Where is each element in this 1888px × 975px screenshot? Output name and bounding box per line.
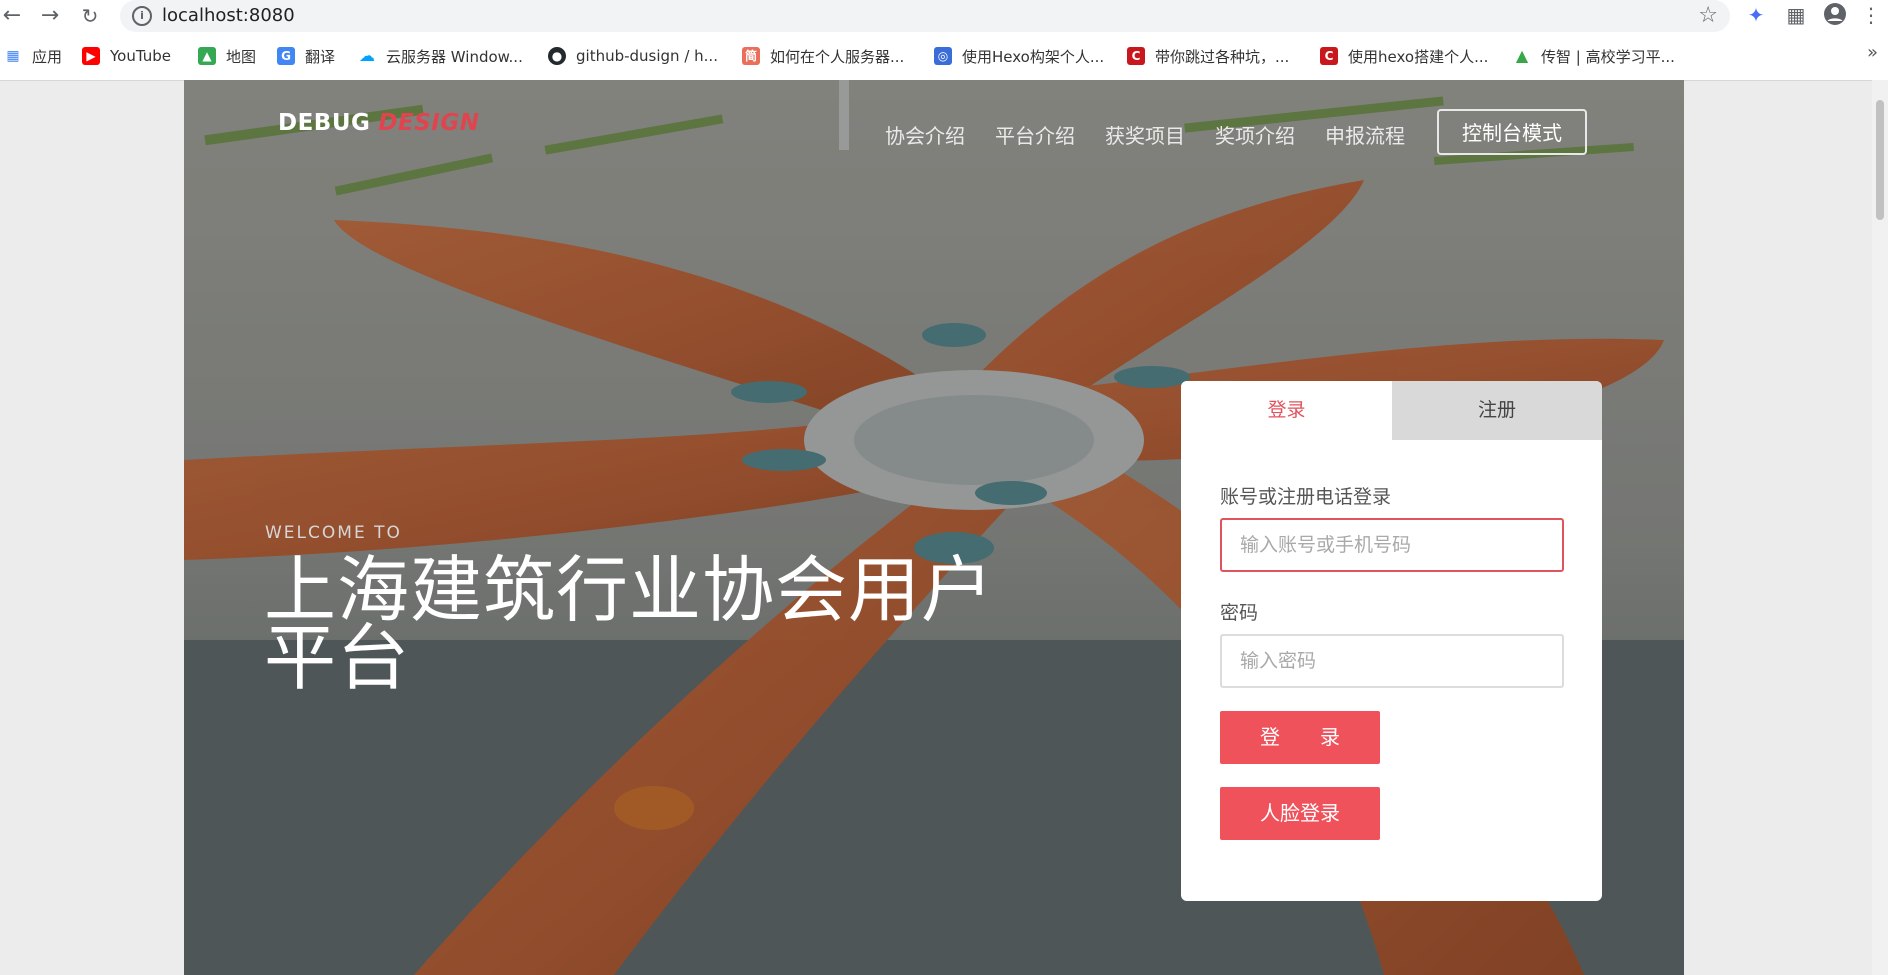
brand-text-design: DESIGN: [378, 110, 480, 136]
csdn-icon: C: [1320, 47, 1338, 65]
tab-login[interactable]: 登录: [1181, 381, 1392, 440]
bookmark-label: 云服务器 Window...: [386, 47, 523, 66]
browser-chrome: ← → ↻ i localhost:8080 ☆ ✦ ▦ ⋮ ▦ 应用 ▶ Yo…: [0, 0, 1888, 81]
site-icon: ◎: [934, 47, 952, 65]
bookmark-jianshu[interactable]: 简 如何在个人服务器...: [742, 42, 904, 70]
bookmark-star-icon[interactable]: ☆: [1698, 3, 1718, 28]
nav-awarded-projects[interactable]: 获奖项目: [1105, 120, 1185, 149]
back-arrow-icon[interactable]: ←: [0, 4, 24, 28]
more-bookmarks-icon[interactable]: »: [1867, 42, 1878, 63]
extension-bird-icon[interactable]: ✦: [1743, 2, 1769, 28]
scrollbar-thumb[interactable]: [1876, 100, 1884, 220]
bookmark-github[interactable]: ● github-dusign / h...: [548, 42, 718, 70]
password-input[interactable]: [1220, 634, 1564, 688]
bookmarks-bar: ▦ 应用 ▶ YouTube ▲ 地图 G 翻译 ☁ 云服务器 Window..…: [0, 42, 1888, 70]
puzzle-icon[interactable]: ▦: [1783, 2, 1809, 28]
bookmark-csdn-2[interactable]: C 使用hexo搭建个人...: [1320, 42, 1488, 70]
brand-logo[interactable]: DEBUG DESIGN: [278, 110, 479, 136]
bookmark-label: 带你跳过各种坑，...: [1155, 47, 1290, 66]
account-label: 账号或注册电话登录: [1220, 486, 1392, 508]
translate-icon: G: [277, 47, 295, 65]
bookmark-csdn-1[interactable]: C 带你跳过各种坑，...: [1127, 42, 1289, 70]
jianshu-icon: 简: [742, 47, 760, 65]
bookmark-cloud-server[interactable]: ☁ 云服务器 Window...: [358, 42, 523, 70]
bookmark-chuanzhi[interactable]: ▲ 传智 | 高校学习平...: [1513, 42, 1675, 70]
cloud-icon: ☁: [359, 46, 375, 65]
bookmark-hexo-1[interactable]: ◎ 使用Hexo构架个人...: [934, 42, 1104, 70]
maps-icon: ▲: [198, 47, 216, 65]
bookmark-label: 如何在个人服务器...: [770, 47, 905, 66]
profile-avatar-icon[interactable]: [1822, 2, 1848, 28]
bookmark-label: 翻译: [305, 47, 336, 66]
face-login-button[interactable]: 人脸登录: [1220, 787, 1380, 840]
bookmark-label: 使用hexo搭建个人...: [1348, 47, 1489, 66]
bookmark-maps[interactable]: ▲ 地图: [198, 42, 256, 70]
youtube-icon: ▶: [82, 47, 100, 65]
page-title: 上海建筑行业协会用户平台: [264, 548, 995, 700]
bookmark-label: 传智 | 高校学习平...: [1541, 47, 1675, 66]
page-scrollbar[interactable]: [1872, 80, 1888, 975]
hero-section: DEBUG DESIGN 协会介绍 平台介绍 获奖项目 奖项介绍 申报流程 控制台…: [184, 80, 1684, 975]
bookmark-label: YouTube: [110, 47, 171, 65]
bookmark-label: 地图: [226, 47, 257, 66]
nav-application-process[interactable]: 申报流程: [1325, 120, 1405, 149]
bookmark-label: 应用: [32, 47, 63, 66]
login-button[interactable]: 登 录: [1220, 711, 1380, 764]
github-icon: ●: [548, 47, 566, 65]
apps-grid-icon: ▦: [6, 48, 20, 64]
address-bar[interactable]: i localhost:8080 ☆: [120, 0, 1730, 32]
forward-arrow-icon[interactable]: →: [38, 4, 62, 28]
graduation-cap-icon: ▲: [1515, 46, 1529, 65]
console-mode-button[interactable]: 控制台模式: [1437, 109, 1587, 155]
site-info-icon[interactable]: i: [132, 6, 152, 26]
bookmark-translate[interactable]: G 翻译: [277, 42, 335, 70]
nav-platform-intro[interactable]: 平台介绍: [995, 120, 1075, 149]
bookmark-apps[interactable]: ▦ 应用: [4, 42, 62, 70]
nav-award-intro[interactable]: 奖项介绍: [1215, 120, 1295, 149]
welcome-text: WELCOME TO: [265, 523, 402, 543]
menu-dots-icon[interactable]: ⋮: [1858, 2, 1884, 28]
nav-association-intro[interactable]: 协会介绍: [885, 120, 965, 149]
main-nav: 协会介绍 平台介绍 获奖项目 奖项介绍 申报流程: [885, 120, 1435, 149]
reload-icon[interactable]: ↻: [78, 4, 102, 28]
account-input[interactable]: [1220, 518, 1564, 572]
tab-register[interactable]: 注册: [1392, 381, 1602, 440]
login-card: 登录 注册 账号或注册电话登录 密码 登 录 人脸登录: [1181, 381, 1602, 901]
brand-text-debug: DEBUG: [278, 110, 371, 136]
csdn-icon: C: [1127, 47, 1145, 65]
bookmark-label: github-dusign / h...: [576, 47, 718, 65]
password-label: 密码: [1220, 602, 1259, 624]
url-text[interactable]: localhost:8080: [162, 5, 295, 26]
bookmark-label: 使用Hexo构架个人...: [962, 47, 1105, 66]
bookmark-youtube[interactable]: ▶ YouTube: [82, 42, 171, 70]
